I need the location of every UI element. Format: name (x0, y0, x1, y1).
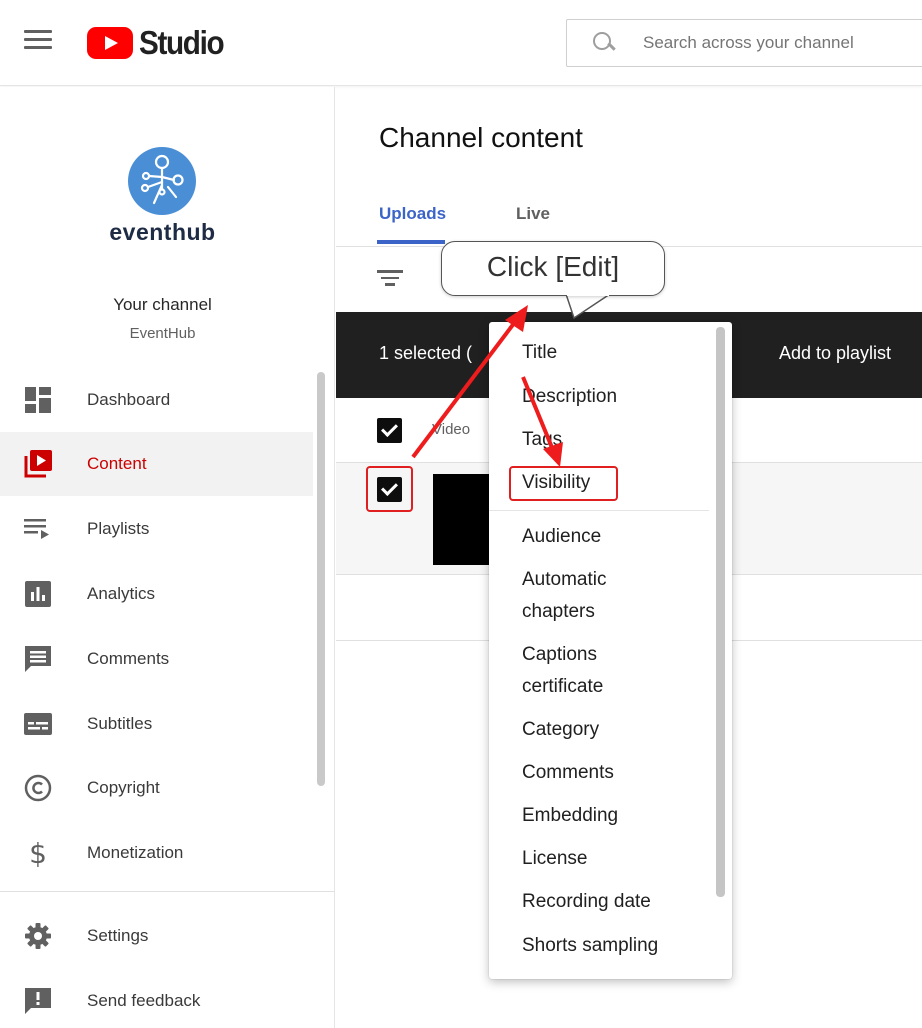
sidebar-item-monetization[interactable]: $ Monetization (0, 821, 313, 885)
menu-item-recording-date[interactable]: Recording date (522, 886, 651, 918)
comments-icon (24, 645, 52, 673)
sidebar-item-label: Settings (87, 926, 149, 945)
edit-dropdown-menu: Title Description Tags Visibility Audien… (489, 322, 732, 979)
sidebar-item-label: Comments (87, 649, 170, 668)
content-icon (24, 450, 52, 478)
sidebar-item-copyright[interactable]: Copyright (0, 756, 313, 820)
annotation-callout: Click [Edit] (441, 241, 665, 296)
sidebar-item-label: Send feedback (87, 991, 201, 1010)
menu-item-license[interactable]: License (522, 843, 588, 875)
menu-divider (489, 510, 709, 511)
menu-item-comments[interactable]: Comments (522, 757, 614, 789)
add-to-playlist-button[interactable]: Add to playlist (779, 343, 891, 364)
hamburger-menu-icon[interactable] (24, 30, 52, 54)
your-channel-label: Your channel (113, 295, 212, 314)
menu-item-shorts-sampling[interactable]: Shorts sampling (522, 930, 658, 962)
sidebar-item-content[interactable]: Content (0, 432, 313, 496)
channel-handle: EventHub (129, 325, 196, 342)
sidebar-item-label: Dashboard (87, 390, 171, 409)
menu-item-title[interactable]: Title (522, 337, 557, 369)
channel-avatar[interactable] (128, 147, 196, 215)
column-header-video[interactable]: Video (432, 421, 470, 438)
logo-text: Studio (139, 24, 225, 61)
sidebar-divider (0, 891, 334, 892)
menu-item-tags[interactable]: Tags (522, 424, 562, 456)
subtitles-icon (24, 710, 52, 738)
studio-logo[interactable]: Studio (87, 24, 233, 61)
youtube-play-icon (87, 27, 133, 59)
copyright-icon (24, 774, 52, 802)
sidebar-item-label: Copyright (87, 778, 160, 797)
active-tab-indicator (377, 240, 445, 244)
menu-item-automatic-chapters[interactable]: Automatic chapters (522, 564, 606, 628)
top-header: Studio (0, 0, 922, 86)
analytics-icon (24, 580, 52, 608)
selected-count: 1 selected ( (379, 343, 473, 363)
sidebar-scrollbar[interactable] (317, 372, 325, 786)
menu-item-embedding[interactable]: Embedding (522, 800, 618, 832)
feedback-icon (24, 987, 52, 1015)
channel-brand-name: eventhub (109, 219, 216, 245)
callout-text: Click [Edit] (486, 251, 620, 282)
monetization-icon: $ (29, 836, 47, 870)
search-box[interactable] (566, 19, 922, 67)
page-title: Channel content (379, 122, 583, 153)
sidebar-item-analytics[interactable]: Analytics (0, 562, 313, 626)
menu-item-category[interactable]: Category (522, 714, 599, 746)
sidebar-item-label: Subtitles (87, 714, 153, 733)
sidebar-item-label: Analytics (87, 584, 156, 603)
tab-uploads[interactable]: Uploads (379, 204, 446, 224)
menu-item-captions-certificate[interactable]: Captions certificate (522, 639, 603, 703)
settings-icon (24, 922, 52, 950)
search-input[interactable] (643, 33, 903, 53)
search-icon (593, 32, 613, 52)
sidebar-item-label: Monetization (87, 843, 184, 862)
tab-live[interactable]: Live (516, 204, 550, 224)
playlists-icon (24, 515, 52, 543)
menu-scrollbar[interactable] (716, 327, 725, 897)
menu-item-description[interactable]: Description (522, 381, 617, 413)
video-thumbnail[interactable] (433, 474, 493, 565)
sidebar-item-send-feedback[interactable]: Send feedback (0, 969, 313, 1028)
select-all-checkbox[interactable] (377, 418, 402, 443)
sidebar: eventhub Your channel EventHub Dashboard… (0, 87, 335, 1028)
menu-item-audience[interactable]: Audience (522, 521, 601, 553)
network-logo-icon (140, 154, 184, 205)
sidebar-item-playlists[interactable]: Playlists (0, 497, 313, 561)
annotation-highlight-visibility (509, 466, 618, 501)
dashboard-icon (24, 386, 52, 414)
sidebar-item-settings[interactable]: Settings (0, 904, 313, 968)
filter-icon[interactable] (377, 270, 403, 288)
sidebar-item-dashboard[interactable]: Dashboard (0, 368, 313, 432)
sidebar-item-comments[interactable]: Comments (0, 627, 313, 691)
sidebar-item-label: Playlists (87, 519, 150, 538)
sidebar-item-label: Content (87, 454, 147, 473)
sidebar-item-subtitles[interactable]: Subtitles (0, 692, 313, 756)
annotation-highlight-checkbox (366, 466, 413, 512)
